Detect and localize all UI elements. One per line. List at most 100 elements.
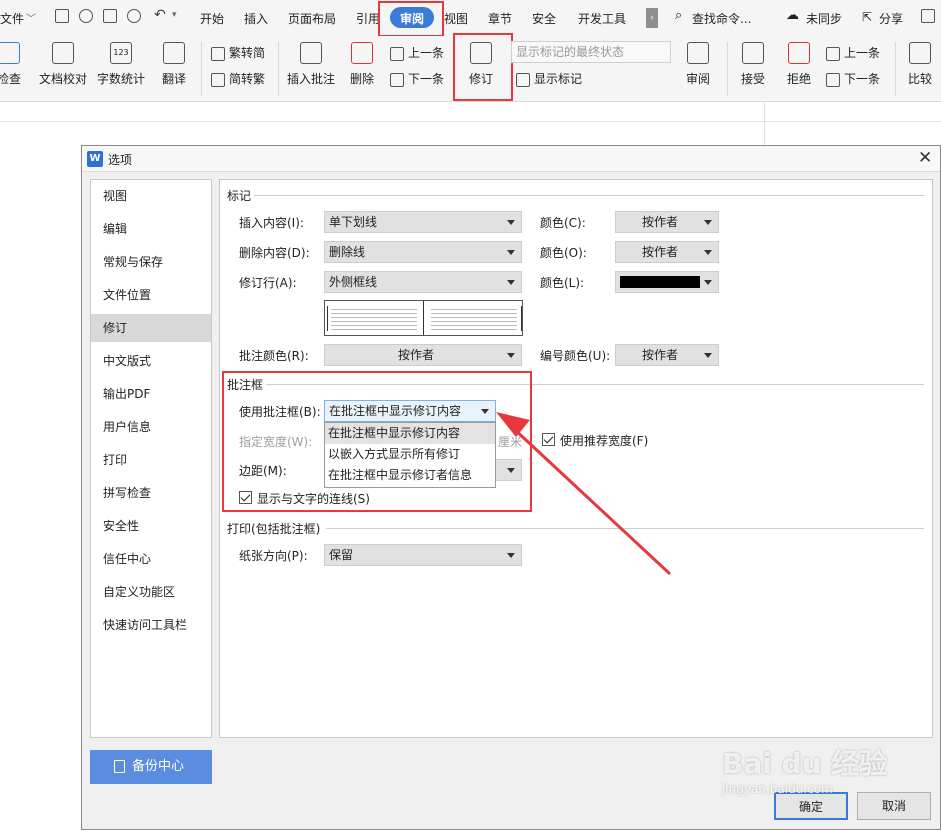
search-icon[interactable]: ⌕ [675,8,682,23]
dropdown-arrow-icon [507,220,515,225]
menu-developer[interactable]: 开发工具 [578,10,626,27]
orientation-select[interactable]: 保留 [324,544,522,566]
changed-lines-select[interactable]: 外侧框线 [324,271,522,293]
ribbon-separator [727,42,728,96]
backup-center-button[interactable]: 备份中心 [90,750,212,784]
accept-label: 接受 [740,72,765,86]
menu-chapter[interactable]: 章节 [488,10,512,27]
nav-item-trust-center[interactable]: 信任中心 [91,545,211,573]
insert-comment-button[interactable]: 插入批注 [286,42,336,87]
check-button[interactable]: 检查 [0,42,24,87]
watermark-url: jingyan.baidu.com [722,782,833,796]
menu-scroll-right-icon[interactable]: › [646,8,658,28]
menu-view[interactable]: 视图 [444,10,468,27]
insert-select[interactable]: 单下划线 [324,211,522,233]
delete-select[interactable]: 删除线 [324,241,522,263]
comment-color-select[interactable]: 按作者 [324,344,522,366]
next-change-label: 下一条 [844,72,881,86]
nav-item-quick-access-toolbar[interactable]: 快速访问工具栏 [91,611,211,639]
markup-state-select[interactable]: 显示标记的最终状态 [511,41,671,63]
changed-lines-value: 外侧框线 [329,275,378,289]
show-markup-button[interactable]: 显示标记 [516,70,582,87]
undo-dropdown-icon[interactable]: ▾ [172,10,177,20]
ok-button[interactable]: 确定 [774,792,848,820]
recommended-width-checkbox[interactable] [542,433,555,446]
number-color-select[interactable]: 按作者 [615,344,719,366]
nav-item-user-info[interactable]: 用户信息 [91,413,211,441]
undo-icon[interactable]: ↶ [154,7,166,23]
accept-icon [742,42,764,64]
delete-label: 删除 [349,72,374,86]
print-icon[interactable] [103,9,117,23]
accept-button[interactable]: 接受 [735,42,771,87]
dropdown-arrow-icon [507,553,515,558]
prev-change-button[interactable]: 上一条 [826,44,880,61]
ribbon-toolbar: 检查 文档校对 123 字数统计 翻译 繁转简 简转繁 插入批注 删除 上一条 … [0,33,941,102]
expand-icon[interactable] [921,9,935,23]
doc-proof-label: 文档校对 [38,72,87,86]
wps-logo-icon: W [87,151,103,167]
delete-comment-button[interactable]: 删除 [344,42,380,87]
translate-button[interactable]: 翻译 [155,42,193,87]
insert-value: 单下划线 [329,215,378,229]
menu-security[interactable]: 安全 [532,10,556,27]
prev-comment-button[interactable]: 上一条 [390,44,444,61]
nav-item-security[interactable]: 安全性 [91,512,211,540]
compare-icon [909,42,931,64]
next-comment-button[interactable]: 下一条 [390,70,444,87]
menu-file[interactable]: 文件 [0,10,24,27]
nav-item-file-location[interactable]: 文件位置 [91,281,211,309]
color-c-select[interactable]: 按作者 [615,211,719,233]
cancel-button[interactable]: 取消 [857,792,931,820]
nav-item-spell-check[interactable]: 拼写检查 [91,479,211,507]
menu-insert[interactable]: 插入 [244,10,268,27]
trad-to-simp-button[interactable]: 繁转简 [211,44,265,61]
save-icon[interactable] [55,9,69,23]
delete-value: 删除线 [329,245,366,259]
menu-references[interactable]: 引用 [356,10,380,27]
prev-change-label: 上一条 [844,46,881,60]
color-l-select[interactable] [615,271,719,293]
nav-item-track-changes[interactable]: 修订 [91,314,211,342]
word-count-button[interactable]: 123 字数统计 [96,42,146,87]
nav-item-chinese-layout[interactable]: 中文版式 [91,347,211,375]
cloud-icon[interactable]: ☁ [786,8,799,23]
highlight-box-balloons [222,371,532,512]
sync-status[interactable]: 未同步 [806,10,842,27]
color-c-value: 按作者 [641,215,678,229]
dropdown-arrow-icon [704,250,712,255]
format-painter-icon[interactable] [79,9,93,23]
nav-item-customize-ribbon[interactable]: 自定义功能区 [91,578,211,606]
nav-item-print[interactable]: 打印 [91,446,211,474]
review-pane-button[interactable]: 审阅 [680,42,716,87]
close-icon[interactable]: ✕ [918,148,932,168]
menu-bar: 文件 ﹀ ↶ ▾ 开始 插入 页面布局 引用 审阅 视图 章节 安全 开发工具 … [0,0,941,37]
dropdown-arrow-icon [704,280,712,285]
compare-button[interactable]: 比较 [903,42,937,87]
watermark-brand: Bai du 经验 [722,747,888,780]
nav-item-export-pdf[interactable]: 输出PDF [91,380,211,408]
print-preview-icon[interactable] [127,9,141,23]
menu-page-layout[interactable]: 页面布局 [288,10,336,27]
preview-right-bar [521,306,522,331]
menu-home[interactable]: 开始 [200,10,224,27]
nav-item-edit[interactable]: 编辑 [91,215,211,243]
share-button[interactable]: 分享 [879,10,903,27]
color-o-select[interactable]: 按作者 [615,241,719,263]
ribbon-separator [278,42,279,96]
simp-to-trad-button[interactable]: 简转繁 [211,70,265,87]
search-commands[interactable]: 查找命令... [692,10,751,27]
share-icon[interactable]: ⇱ [862,10,872,24]
delete-label: 删除内容(D): [239,246,310,260]
next-change-button[interactable]: 下一条 [826,70,880,87]
insert-comment-label: 插入批注 [286,72,335,86]
simp-to-trad-icon [211,72,225,87]
check-label: 检查 [0,72,21,86]
file-dropdown-chevron-icon[interactable]: ﹀ [26,10,36,25]
reject-button[interactable]: 拒绝 [781,42,817,87]
nav-item-general-save[interactable]: 常规与保存 [91,248,211,276]
dropdown-arrow-icon [704,220,712,225]
doc-proof-button[interactable]: 文档校对 [38,42,88,87]
number-color-value: 按作者 [641,348,678,362]
nav-item-view[interactable]: 视图 [91,182,211,210]
